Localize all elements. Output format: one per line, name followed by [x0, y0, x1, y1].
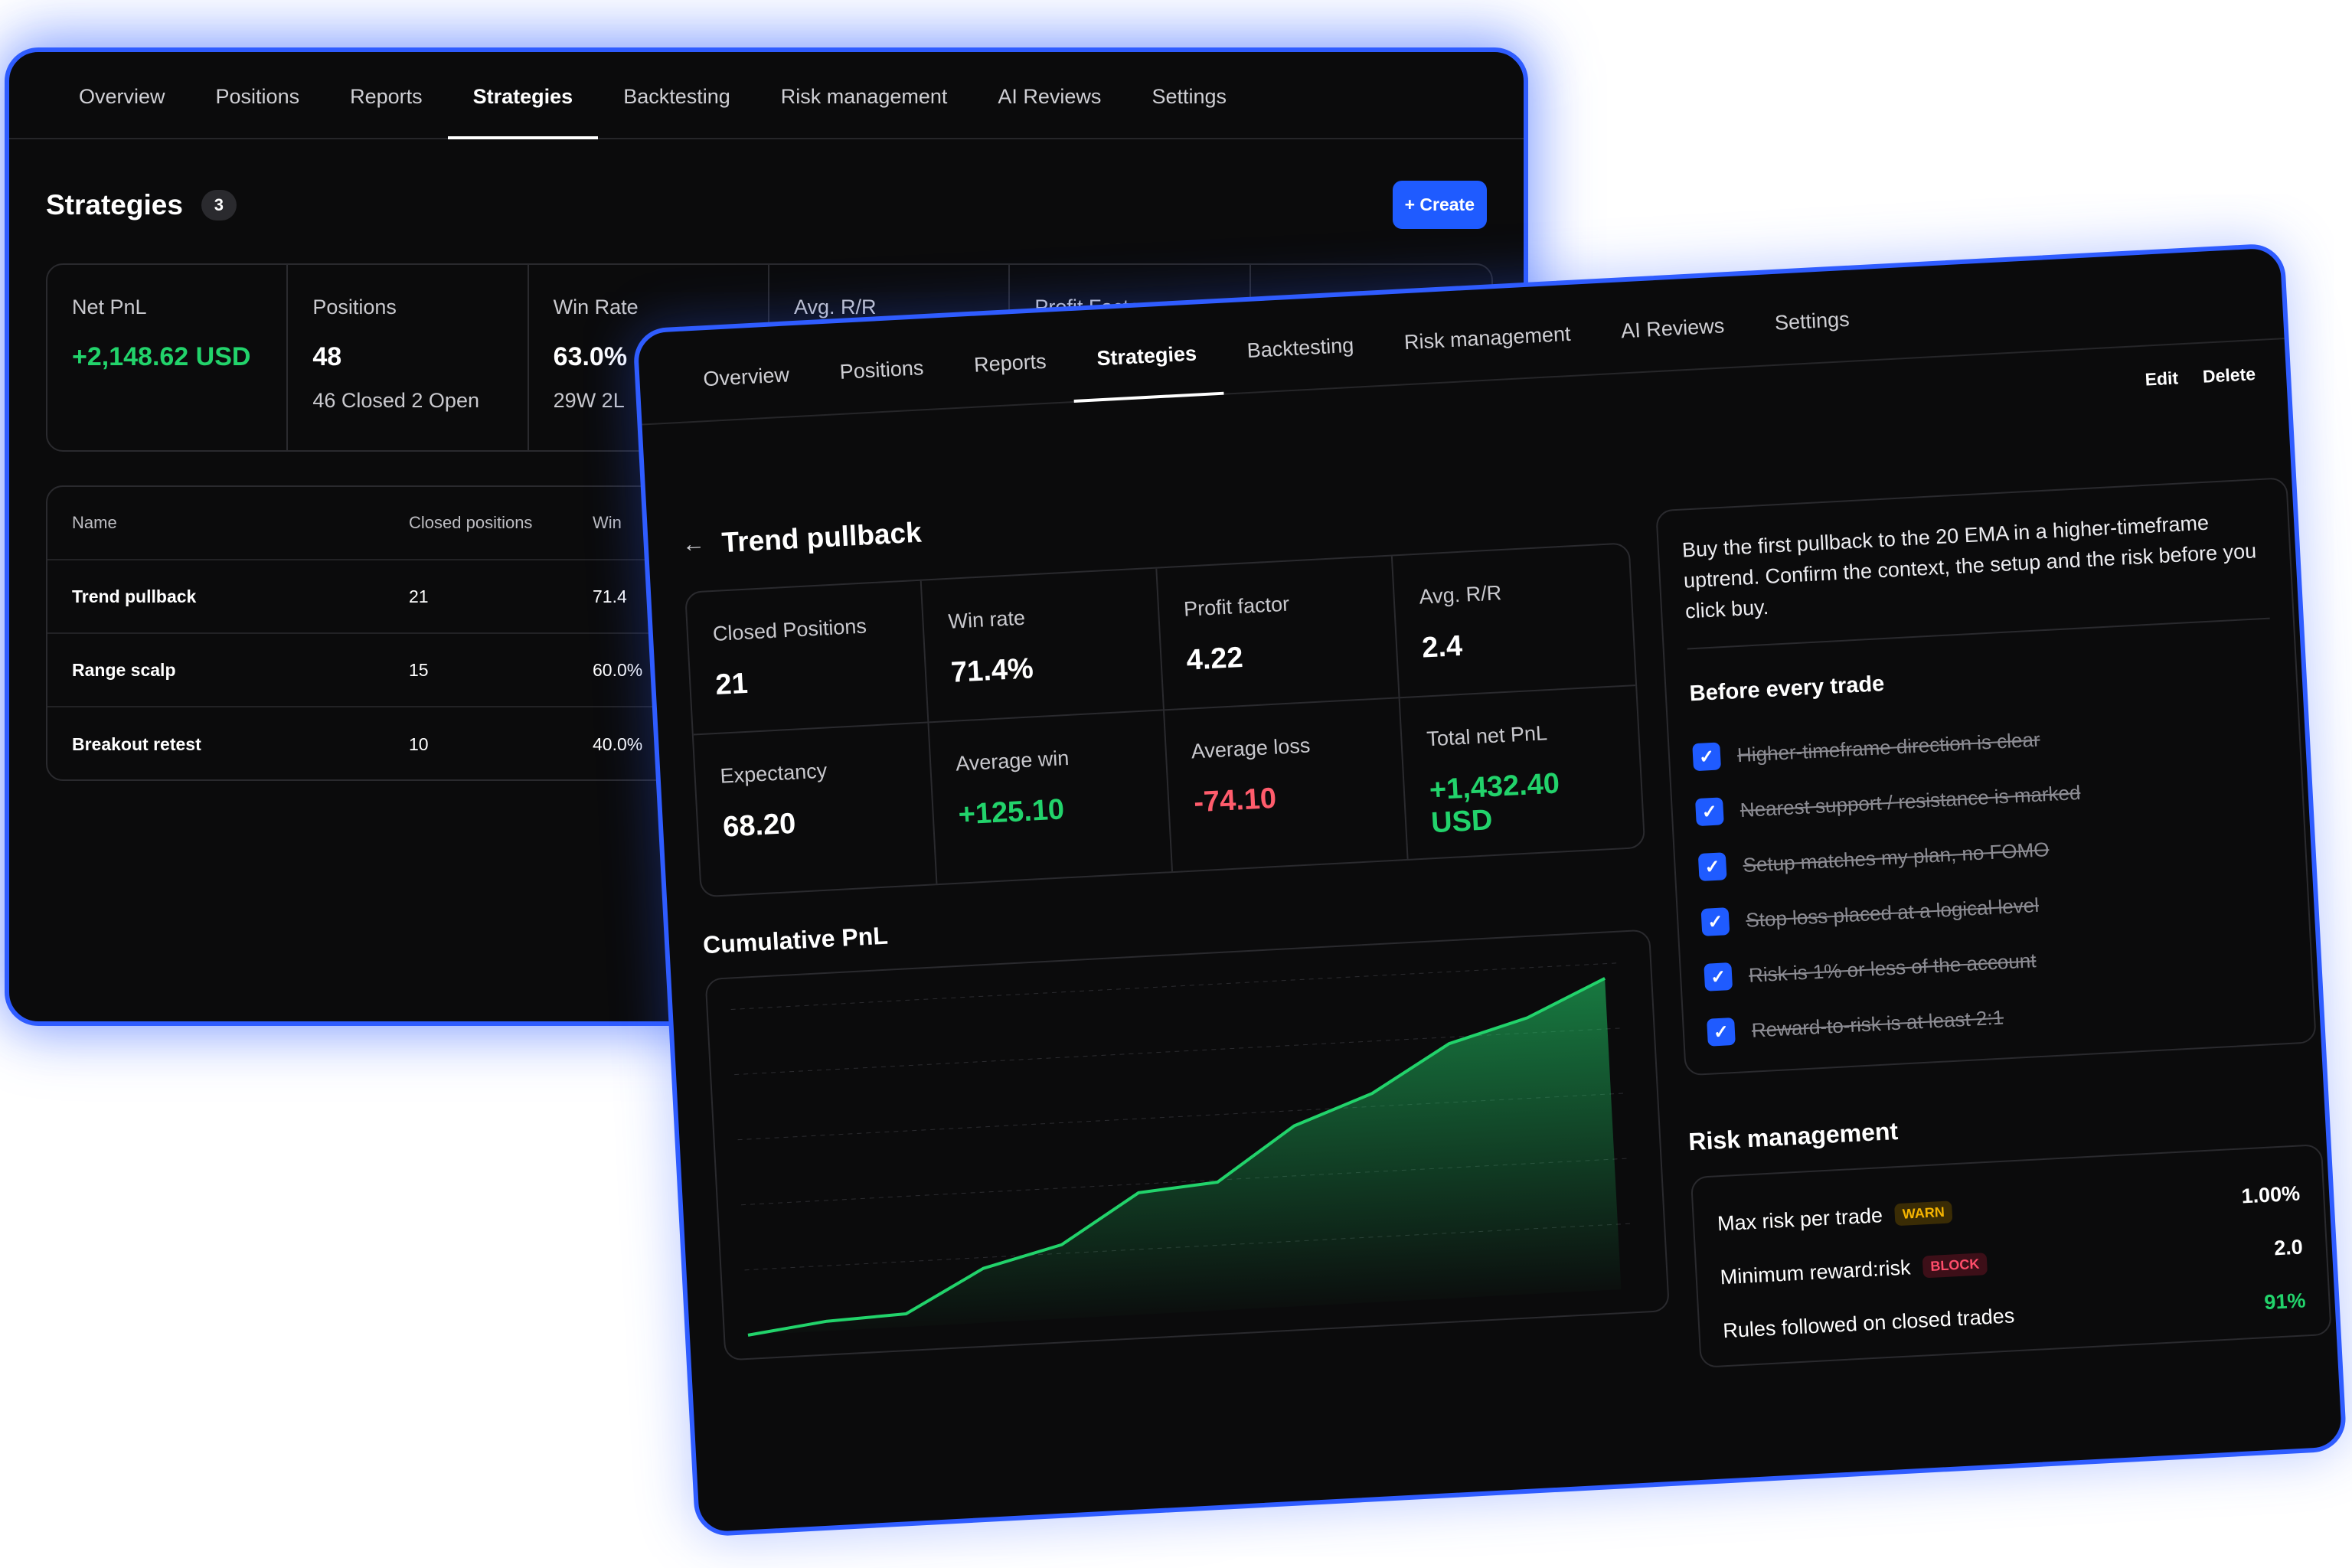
metric-label: Average loss	[1191, 733, 1312, 763]
cumulative-pnl-chart	[704, 929, 1670, 1361]
strategy-actions: Edit Delete	[2145, 364, 2256, 390]
tab-reports[interactable]: Reports	[325, 85, 448, 138]
tab-risk-management[interactable]: Risk management	[1378, 321, 1598, 385]
cell-closed: 21	[409, 586, 429, 606]
metric-value: +1,432.40 USD	[1428, 767, 1560, 840]
tab-strategies[interactable]: Strategies	[447, 85, 599, 139]
metric-label: Expectancy	[719, 759, 828, 788]
tab-overview[interactable]: Overview	[678, 362, 817, 422]
checklist-label: Risk is 1% or less of the account	[1748, 948, 2037, 987]
metric-closed-positions: Closed Positions 21	[686, 580, 929, 736]
tab-reports[interactable]: Reports	[948, 348, 1073, 407]
pnl-chart-svg	[730, 962, 1633, 1337]
top-nav: Overview Positions Reports Strategies Ba…	[9, 52, 1524, 139]
strategy-header: ← Trend pullback	[681, 517, 923, 561]
risk-value: 1.00%	[2240, 1181, 2301, 1208]
metric-profit-factor: Profit factor 4.22	[1157, 556, 1400, 711]
stat-sub: 46 Closed 2 Open	[312, 389, 479, 412]
checklist-title: Before every trade	[1688, 671, 1886, 707]
metric-value: 71.4%	[949, 652, 1034, 689]
cell-name: Range scalp	[72, 659, 176, 680]
tab-settings[interactable]: Settings	[1126, 85, 1252, 138]
strategy-description: Buy the first pullback to the 20 EMA in …	[1681, 504, 2270, 650]
gridline	[730, 962, 1620, 1010]
checklist-label: Setup matches my plan, no FOMO	[1742, 837, 2050, 877]
metric-value: 4.22	[1185, 641, 1244, 677]
metric-average-loss: Average loss -74.10	[1165, 698, 1410, 884]
checklist: ✓ Higher-timeframe direction is clear ✓ …	[1691, 699, 2292, 1060]
metric-label: Closed Positions	[712, 614, 867, 646]
risk-management-title: Risk management	[1687, 1116, 1899, 1156]
cell-closed: 15	[409, 659, 429, 680]
tab-backtesting[interactable]: Backtesting	[598, 85, 756, 138]
tab-overview[interactable]: Overview	[54, 85, 191, 138]
checkbox-checked-icon[interactable]: ✓	[1704, 962, 1733, 991]
metric-label: Total net PnL	[1426, 721, 1548, 751]
back-arrow-icon[interactable]: ←	[681, 531, 706, 558]
col-closed-positions[interactable]: Closed positions	[409, 513, 593, 533]
risk-value: 2.0	[2273, 1234, 2304, 1259]
strategy-detail-window: Overview Positions Reports Strategies Ba…	[632, 242, 2347, 1537]
chart-title: Cumulative PnL	[702, 921, 889, 959]
tab-settings[interactable]: Settings	[1749, 306, 1877, 365]
risk-label: Max risk per trade	[1717, 1203, 1883, 1235]
cell-name: Breakout retest	[72, 733, 201, 754]
tab-strategies[interactable]: Strategies	[1071, 341, 1224, 401]
create-strategy-button[interactable]: + Create	[1392, 181, 1487, 229]
delete-button[interactable]: Delete	[2202, 364, 2256, 387]
metric-value: 21	[714, 667, 749, 701]
tab-backtesting[interactable]: Backtesting	[1221, 332, 1381, 394]
stat-label: Win Rate	[553, 296, 639, 318]
strategy-title: Trend pullback	[720, 516, 923, 559]
cell-name: Trend pullback	[72, 586, 197, 606]
risk-management-panel: Max risk per trade WARN 1.00% Minimum re…	[1690, 1143, 2332, 1368]
metric-label: Win rate	[947, 606, 1026, 633]
cell-closed: 10	[409, 733, 429, 754]
stat-label: Positions	[312, 296, 397, 318]
tab-risk-management[interactable]: Risk management	[756, 85, 973, 138]
metric-average-win: Average win +125.10	[929, 710, 1174, 897]
col-name[interactable]: Name	[72, 513, 409, 533]
stat-positions: Positions 48 46 Closed 2 Open	[288, 265, 529, 450]
metric-expectancy: Expectancy 68.20	[693, 723, 939, 898]
strategy-rules-panel: Buy the first pullback to the 20 EMA in …	[1655, 477, 2317, 1076]
checkbox-checked-icon[interactable]: ✓	[1697, 852, 1727, 882]
checklist-label: Nearest support / resistance is marked	[1740, 780, 2082, 822]
page-header: Strategies 3 + Create	[46, 181, 1487, 229]
checkbox-checked-icon[interactable]: ✓	[1700, 907, 1730, 936]
checklist-label: Higher-timeframe direction is clear	[1736, 727, 2041, 766]
stat-value: +2,148.62 USD	[72, 342, 251, 371]
checklist-label: Reward-to-risk is at least 2:1	[1751, 1005, 2004, 1042]
metric-win-rate: Win rate 71.4%	[921, 568, 1165, 724]
warn-badge: WARN	[1894, 1200, 1953, 1226]
tab-positions[interactable]: Positions	[191, 85, 325, 138]
risk-value: 91%	[2263, 1288, 2307, 1314]
risk-label: Rules followed on closed trades	[1722, 1303, 2015, 1342]
metric-label: Profit factor	[1183, 592, 1290, 621]
checkbox-checked-icon[interactable]: ✓	[1707, 1017, 1736, 1047]
metric-avg-rr: Avg. R/R 2.4	[1392, 544, 1636, 699]
stat-value: 48	[312, 342, 342, 371]
strategy-count-badge: 3	[201, 189, 237, 220]
risk-label: Minimum reward:risk	[1719, 1255, 1912, 1289]
metric-total-net-pnl: Total net PnL +1,432.40 USD	[1400, 686, 1645, 872]
metric-value: 2.4	[1421, 629, 1464, 665]
tab-ai-reviews[interactable]: AI Reviews	[972, 85, 1126, 138]
metric-label: Avg. R/R	[1418, 581, 1502, 609]
tab-ai-reviews[interactable]: AI Reviews	[1596, 313, 1752, 374]
block-badge: BLOCK	[1922, 1252, 1988, 1278]
stat-label: Net PnL	[72, 296, 147, 318]
metric-value: -74.10	[1193, 782, 1278, 819]
checklist-label: Stop loss placed at a logical level	[1745, 893, 2040, 932]
strategy-metrics: Closed Positions 21 Win rate 71.4% Profi…	[684, 542, 1646, 898]
edit-button[interactable]: Edit	[2145, 368, 2179, 390]
checkbox-checked-icon[interactable]: ✓	[1692, 742, 1722, 772]
metric-value: 68.20	[722, 807, 797, 844]
page-title: Strategies	[46, 188, 183, 220]
metric-value: +125.10	[957, 793, 1066, 831]
stat-net-pnl: Net PnL +2,148.62 USD	[47, 265, 289, 450]
metric-label: Average win	[955, 746, 1070, 776]
checkbox-checked-icon[interactable]: ✓	[1694, 797, 1724, 827]
tab-positions[interactable]: Positions	[814, 354, 951, 414]
